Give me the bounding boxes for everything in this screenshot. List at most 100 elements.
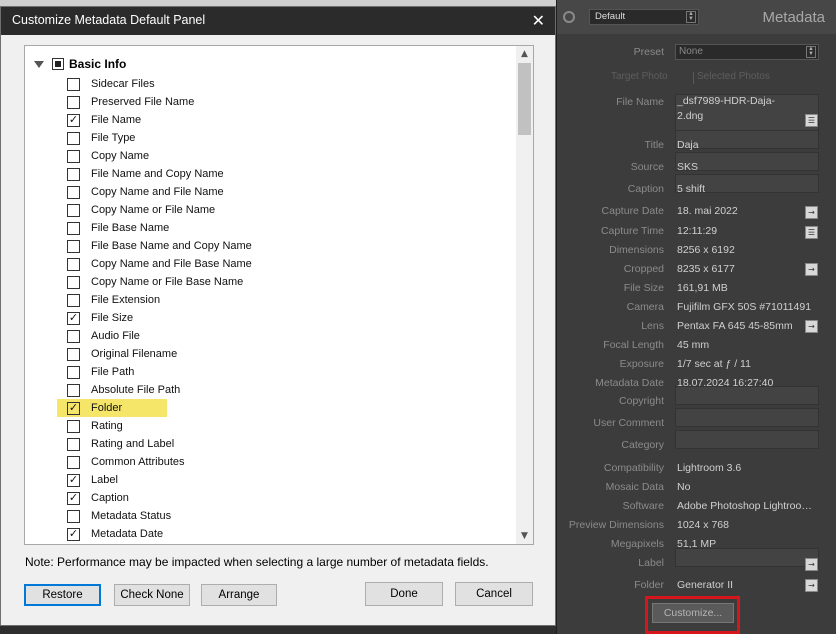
list-icon[interactable]: ☰	[805, 114, 818, 127]
tab-selected-photos[interactable]: Selected Photos	[697, 71, 770, 82]
field-checkbox[interactable]: ✓	[67, 401, 80, 415]
expand-triangle-icon[interactable]	[34, 60, 44, 68]
field-checkbox[interactable]	[67, 221, 80, 235]
tab-divider	[693, 72, 694, 84]
field-checkbox[interactable]: ✓	[67, 311, 80, 325]
field-item[interactable]: Metadata Status	[67, 507, 177, 525]
field-checkbox[interactable]	[67, 419, 80, 433]
field-item[interactable]: Absolute File Path	[67, 381, 180, 399]
field-input[interactable]	[675, 386, 819, 405]
field-checkbox[interactable]	[67, 509, 80, 523]
field-item[interactable]: File Extension	[67, 291, 177, 309]
metadata-value: Generator II	[677, 579, 734, 591]
field-item[interactable]: File Base Name	[67, 219, 177, 237]
cancel-button[interactable]: Cancel	[455, 582, 533, 606]
field-checkbox[interactable]: ✓	[67, 473, 80, 487]
field-checkbox[interactable]	[67, 275, 80, 289]
close-icon[interactable]: ✕	[532, 11, 545, 30]
field-checkbox[interactable]	[67, 293, 80, 307]
field-item[interactable]: Rating and Label	[67, 435, 177, 453]
metadata-value[interactable]: _dsf7989-HDR-Daja-2.dng	[677, 94, 787, 124]
go-to-arrow-icon[interactable]: →	[805, 206, 818, 219]
go-to-arrow-icon[interactable]: →	[805, 320, 818, 333]
field-checkbox[interactable]	[67, 239, 80, 253]
field-input[interactable]	[675, 548, 819, 567]
metadata-label: Copyright	[619, 395, 664, 407]
field-checkbox[interactable]	[67, 437, 80, 451]
field-checkbox[interactable]	[67, 95, 80, 109]
eye-icon[interactable]	[563, 11, 575, 23]
field-label: Folder	[91, 402, 123, 414]
field-item[interactable]: Rating	[67, 417, 177, 435]
arrange-button[interactable]: Arrange	[201, 584, 277, 606]
field-checkbox[interactable]	[67, 131, 80, 145]
field-checkbox[interactable]	[67, 185, 80, 199]
field-item[interactable]: Original Filename	[67, 345, 177, 363]
metadata-label: Exposure	[619, 358, 664, 370]
field-item[interactable]: ✓ Label	[67, 471, 177, 489]
tab-target-photo[interactable]: Target Photo	[611, 71, 668, 82]
scroll-down-icon[interactable]: ▼	[516, 528, 533, 544]
field-checkbox[interactable]	[67, 77, 80, 91]
check-none-button[interactable]: Check None	[114, 584, 190, 606]
field-checkbox[interactable]	[67, 383, 80, 397]
field-label: File Type	[91, 132, 136, 144]
metadata-value: Lightroom 3.6	[677, 462, 742, 474]
metadata-value[interactable]: 5 shift	[677, 183, 705, 195]
field-item[interactable]: Copy Name or File Name	[67, 201, 215, 219]
field-item[interactable]: Copy Name	[67, 147, 177, 165]
field-item[interactable]: Common Attributes	[67, 453, 185, 471]
panel-body: Preset None ▲ ▼ Target Photo Selected Pho…	[557, 34, 836, 634]
field-checkbox[interactable]	[67, 203, 80, 217]
field-item[interactable]: Audio File	[67, 327, 177, 345]
metadata-value[interactable]: SKS	[677, 161, 698, 173]
field-item[interactable]: File Type	[67, 129, 177, 147]
field-input[interactable]	[675, 430, 819, 449]
field-checkbox[interactable]	[67, 167, 80, 181]
field-checkbox[interactable]: ✓	[67, 527, 80, 541]
list-scrollbar[interactable]: ▲ ▼	[516, 46, 533, 544]
restore-button[interactable]: Restore	[24, 584, 101, 606]
field-item[interactable]: ✓ Folder	[57, 399, 167, 417]
field-item[interactable]: File Name and Copy Name	[67, 165, 224, 183]
field-item[interactable]: File Base Name and Copy Name	[67, 237, 252, 255]
scroll-thumb[interactable]	[518, 63, 531, 135]
customize-button[interactable]: Customize...	[652, 603, 734, 623]
go-to-arrow-icon[interactable]: →	[805, 558, 818, 571]
metadata-view-select[interactable]: Default ▲ ▼	[589, 9, 699, 25]
metadata-fields-list[interactable]: Basic Info Sidecar Files Preserved File N…	[24, 45, 534, 545]
field-item[interactable]: ✓ Caption	[67, 489, 177, 507]
field-item[interactable]: Copy Name and File Name	[67, 183, 224, 201]
field-item[interactable]: ✓ File Size	[67, 309, 177, 327]
done-button[interactable]: Done	[365, 582, 443, 606]
dialog-title: Customize Metadata Default Panel	[12, 13, 206, 27]
metadata-value[interactable]: Daja	[677, 139, 699, 151]
field-item[interactable]: Copy Name and File Base Name	[67, 255, 252, 273]
go-to-arrow-icon[interactable]: →	[805, 263, 818, 276]
field-checkbox[interactable]: ✓	[67, 113, 80, 127]
scroll-up-icon[interactable]: ▲	[516, 46, 533, 62]
field-checkbox[interactable]	[67, 455, 80, 469]
field-checkbox[interactable]	[67, 149, 80, 163]
field-checkbox[interactable]	[67, 329, 80, 343]
metadata-label: Mosaic Data	[605, 481, 664, 493]
field-label: File Base Name and Copy Name	[91, 240, 252, 252]
list-icon[interactable]: ☰	[805, 226, 818, 239]
field-item[interactable]: Copy Name or File Base Name	[67, 273, 243, 291]
field-checkbox[interactable]	[67, 347, 80, 361]
field-item[interactable]: Sidecar Files	[67, 75, 177, 93]
field-item[interactable]: File Path	[67, 363, 177, 381]
go-to-arrow-icon[interactable]: →	[805, 579, 818, 592]
field-label: Rating and Label	[91, 438, 175, 450]
field-item[interactable]: ✓ Metadata Date	[67, 525, 177, 543]
field-checkbox[interactable]	[67, 257, 80, 271]
field-checkbox[interactable]	[67, 365, 80, 379]
field-item[interactable]: ✓ File Name	[67, 111, 177, 129]
field-item[interactable]: Preserved File Name	[67, 93, 194, 111]
preset-select[interactable]: None ▲ ▼	[675, 44, 819, 60]
field-input[interactable]	[675, 408, 819, 427]
metadata-label: Category	[621, 439, 664, 451]
field-checkbox[interactable]: ✓	[67, 491, 80, 505]
group-basic-info[interactable]: Basic Info	[34, 55, 126, 73]
group-partial-checkbox[interactable]	[52, 58, 64, 70]
